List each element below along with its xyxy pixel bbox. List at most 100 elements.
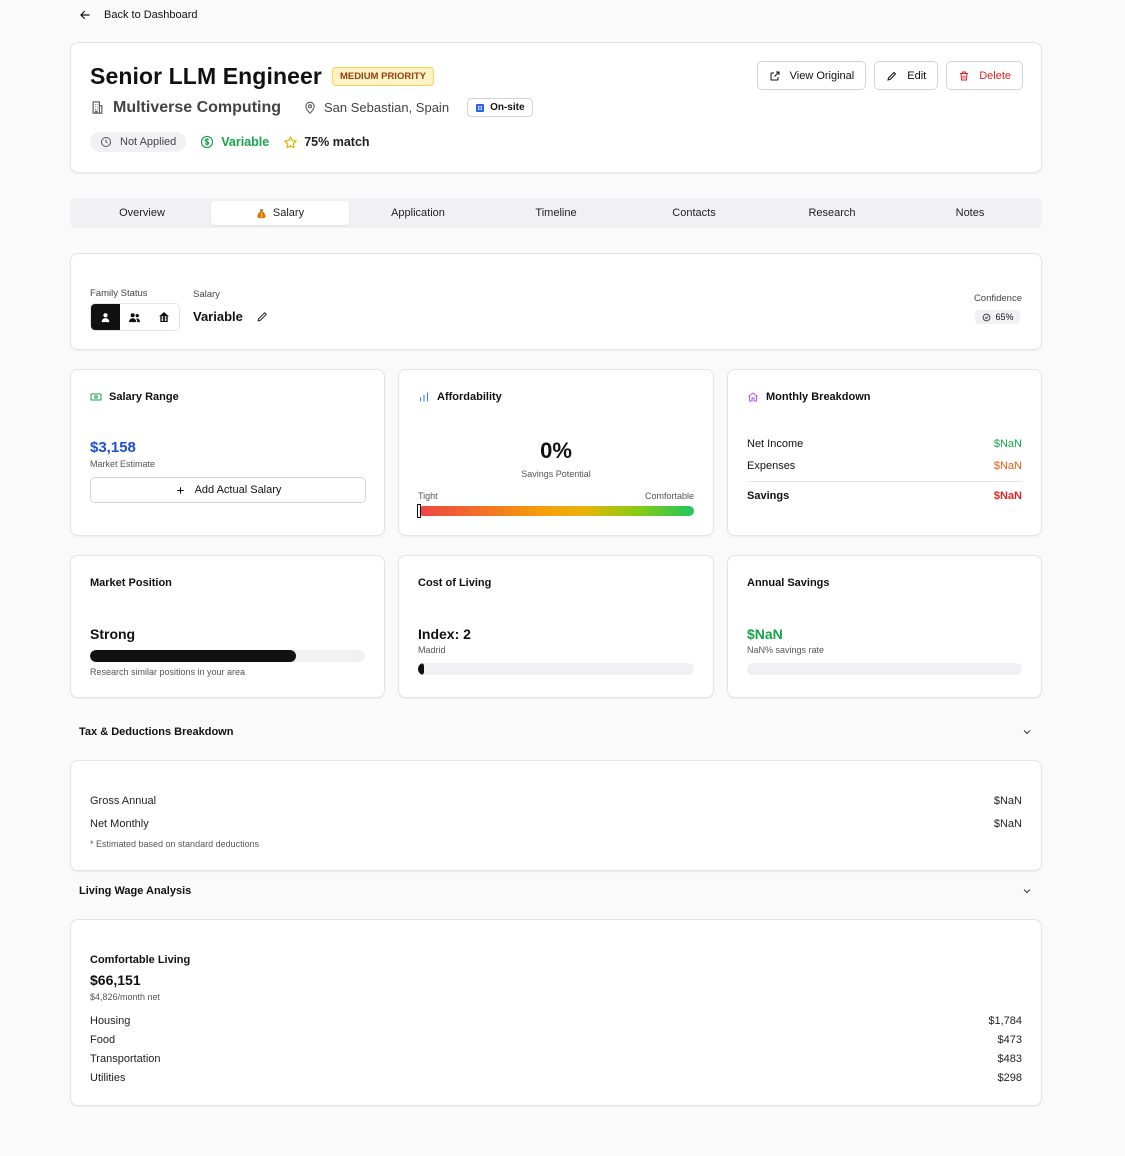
living-wage-section-toggle[interactable]: Living Wage Analysis [79,885,1033,897]
chevron-down-icon [1023,889,1031,894]
tab-application[interactable]: Application [349,201,487,225]
market-position-value: Strong [90,626,136,642]
match-text: 75% match [304,135,370,149]
living-wage-section-title: Living Wage Analysis [79,885,192,897]
work-mode-text: On-site [490,102,525,113]
scale-low-label: Tight [418,491,438,501]
city-label: Madrid [418,645,446,655]
expense-label: Transportation [90,1053,161,1065]
net-monthly-label: Net Monthly [90,818,149,830]
confidence-value: 65% [995,312,1014,322]
net-monthly-row: Net Monthly $NaN [90,818,1022,830]
job-title: Senior LLM Engineer [90,63,322,89]
savings-row: Savings $NaN [747,490,1022,502]
work-mode-badge: On-site [467,98,533,117]
cost-of-living-fill [418,663,424,675]
status-text: Not Applied [120,136,177,148]
tax-section-toggle[interactable]: Tax & Deductions Breakdown [79,726,1033,738]
chevron-down-icon [1023,730,1031,735]
savings-value: $NaN [993,490,1022,502]
family-option-couple[interactable] [120,304,150,330]
svg-text:$: $ [260,212,263,217]
map-pin-icon [305,101,315,114]
job-header-card: Senior LLM Engineer MEDIUM PRIORITY Mult… [70,42,1042,173]
net-income-value: $NaN [993,438,1022,450]
card-title: Affordability [437,391,502,403]
tab-label: Timeline [535,207,577,219]
living-annual-value: $66,151 [90,972,141,988]
view-original-button[interactable]: View Original [756,61,867,90]
family-option-family[interactable] [149,304,179,330]
trash-icon [960,71,969,80]
tab-contacts[interactable]: Contacts [625,201,763,225]
tab-label: Salary [272,207,305,219]
pencil-icon[interactable] [256,310,269,323]
home-icon [748,392,758,402]
cost-of-living-bar [418,663,694,675]
salary-value: Variable [193,309,243,324]
check-circle-icon [983,313,991,321]
market-estimate-value: $3,158 [90,439,136,456]
expense-value: $473 [997,1034,1022,1046]
living-monthly-value: $4,826/month net [90,992,161,1002]
expense-row: Food $473 [90,1034,1022,1046]
tab-bar: Overview $ Salary Application Timeline C… [70,198,1042,228]
affordability-marker [417,504,421,518]
back-label: Back to Dashboard [104,9,198,21]
family-status-toggle [90,303,180,331]
location-text: San Sebastian, Spain [324,100,450,115]
market-estimate-label: Market Estimate [90,459,156,469]
clock-icon [101,137,111,147]
add-actual-salary-button[interactable]: Add Actual Salary [90,477,366,503]
savings-label: Savings Potential [521,469,591,479]
market-position-bar [90,650,365,662]
net-monthly-value: $NaN [993,818,1022,830]
tab-research[interactable]: Research [763,201,901,225]
plus-icon [176,486,184,494]
tab-timeline[interactable]: Timeline [487,201,625,225]
external-link-icon [770,71,780,80]
affordability-card: Affordability 0% Savings Potential Tight… [398,369,714,536]
back-to-dashboard-link[interactable]: Back to Dashboard [78,8,198,22]
savings-rate: NaN% savings rate [747,645,825,655]
tab-label: Contacts [672,207,716,219]
card-title: Annual Savings [747,577,830,589]
living-tier-title: Comfortable Living [90,954,191,966]
tab-label: Overview [119,207,165,219]
application-status-badge: Not Applied [90,132,187,152]
location: San Sebastian, Spain [303,100,449,115]
card-title: Cost of Living [418,577,492,589]
priority-badge: MEDIUM PRIORITY [331,67,434,86]
gross-annual-value: $NaN [993,795,1022,807]
confidence-label: Confidence [973,293,1022,304]
expense-label: Housing [90,1015,131,1027]
annual-savings-card: Annual Savings $NaN NaN% savings rate [727,555,1042,698]
tab-notes[interactable]: Notes [901,201,1039,225]
delete-label: Delete [979,69,1011,82]
tab-overview[interactable]: Overview [73,201,211,225]
cost-index-value: Index: 2 [418,626,471,642]
arrow-left-icon [80,10,90,20]
salary-settings-card: Family Status Salary Variable Confidence… [70,253,1042,350]
couple-icon [129,312,141,322]
match-score: 75% match [283,135,370,150]
delete-button[interactable]: Delete [946,61,1023,90]
savings-percent: 0% [540,438,572,463]
annual-savings-bar [747,663,1022,675]
single-person-icon [101,312,110,322]
tab-salary[interactable]: $ Salary [211,201,349,225]
edit-button[interactable]: Edit [874,61,939,90]
net-income-row: Net Income $NaN [747,438,1022,450]
gross-annual-label: Gross Annual [90,795,157,807]
bar-chart-icon [419,392,429,402]
salary-type-text: Variable [221,135,270,149]
monthly-breakdown-card: Monthly Breakdown Net Income $NaN Expens… [727,369,1042,536]
confidence: Confidence 65% [974,293,1022,325]
family-option-single[interactable] [91,304,121,330]
card-title: Salary Range [109,391,179,403]
expenses-label: Expenses [747,460,796,472]
net-income-label: Net Income [747,438,804,450]
card-title: Monthly Breakdown [766,391,871,403]
tab-label: Research [808,207,856,219]
tax-breakdown-card: Gross Annual $NaN Net Monthly $NaN * Est… [70,760,1042,871]
